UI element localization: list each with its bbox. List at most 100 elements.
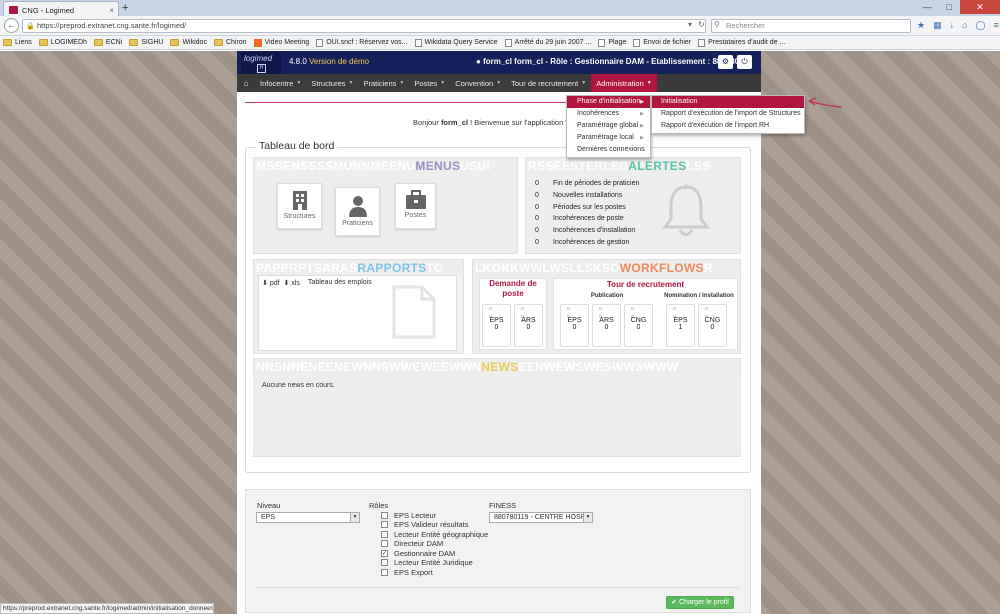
tile-structures[interactable]: Structures (277, 183, 322, 229)
checkbox-icon[interactable] (381, 559, 388, 566)
chevron-right-icon: ▶ (640, 99, 644, 105)
workflow-box-ars[interactable]: o o ARS 0 (592, 304, 621, 347)
checkbox-icon[interactable] (381, 569, 388, 576)
bookmark-item[interactable]: Envoi de fichier (633, 38, 691, 47)
hamburger-menu-icon[interactable]: ≡ (994, 20, 999, 31)
role-checkbox[interactable]: Lecteur Entité Juridique (381, 558, 473, 567)
menu-item-dernieres-connexions[interactable]: Dernières connexions (567, 144, 650, 156)
role-checkbox[interactable]: Lecteur Entité géographique (381, 530, 488, 539)
clipboard-icon[interactable]: ▦ (933, 20, 942, 31)
workflow-box-cng[interactable]: o o CNG 0 (624, 304, 653, 347)
bookmark-item[interactable]: Wikidata Query Service (414, 38, 498, 47)
rapports-scrollbar[interactable] (456, 275, 462, 351)
alert-row[interactable]: 0 Incohérences d'installation (535, 227, 635, 234)
role-checkbox[interactable]: EPS Export (381, 568, 433, 577)
browser-search-input[interactable]: Rechercher (711, 19, 911, 33)
tile-praticiens[interactable]: Praticiens (335, 187, 380, 236)
bookmark-item[interactable]: SIGHU (129, 39, 163, 46)
dots-icon: o o (599, 306, 616, 320)
browser-toolbar-icons: ★ ▦ ↓ ⌂ ◯ ≡ (917, 20, 999, 31)
bookmark-item[interactable]: LOGIMEDh (38, 39, 87, 46)
menu-convention[interactable]: Convention ▼ (450, 74, 506, 92)
menu-item-parametrage-global[interactable]: Paramétrage global ▶ (567, 120, 650, 132)
tile-postes[interactable]: Postes (395, 183, 436, 229)
logout-button[interactable]: ⏻ (737, 55, 752, 69)
submenu-item-rapport-structures[interactable]: Rapport d'exécution de l'import de Struc… (652, 108, 804, 120)
bookmark-item[interactable]: ECNi (93, 39, 122, 46)
dropdown-arrow-icon[interactable]: ▾ (688, 20, 692, 29)
bookmarks-bar: Liens LOGIMEDh ECNi SIGHU Wikidoc Chiron… (0, 36, 1000, 50)
workflow-box-ars[interactable]: o o ARS 0 (514, 304, 543, 347)
menu-administration[interactable]: Administration ▼ (591, 74, 657, 92)
chevron-right-icon: ▶ (640, 111, 644, 117)
video-icon (253, 38, 262, 47)
building-icon (292, 191, 307, 210)
bookmark-item[interactable]: Arrêté du 29 juin 2007 ... (504, 38, 591, 47)
alert-row[interactable]: 0 Fin de périodes de praticien (535, 180, 639, 187)
minimize-icon[interactable]: — (916, 0, 938, 14)
tab-close-icon[interactable]: × (109, 6, 114, 15)
rapport-row: ⬇ pdf ⬇ xls Tableau des emplois (262, 279, 372, 287)
folder-icon (93, 39, 103, 46)
charger-profil-button[interactable]: ✔ Charger le profil (666, 596, 734, 609)
menu-tour-de-recrutement[interactable]: Tour de recrutement ▼ (506, 74, 591, 92)
niveau-select[interactable]: EPS ▼ (256, 512, 360, 523)
submenu-item-initialisation[interactable]: Initialisation (652, 96, 804, 108)
bookmark-item[interactable]: Plage (598, 38, 626, 47)
workflow-box-eps[interactable]: o o EPS 1 (666, 304, 695, 347)
xls-download-link[interactable]: ⬇ xls (284, 279, 300, 287)
alert-row[interactable]: 0 Périodes sur les postes (535, 204, 626, 211)
menu-postes[interactable]: Postes ▼ (409, 74, 450, 92)
workflow-box-eps[interactable]: o o EPS 0 (560, 304, 589, 347)
finess-select[interactable]: 880780119 - CENTRE HOSP ▼ (489, 512, 593, 523)
bookmark-item[interactable]: Wikidoc (170, 39, 207, 46)
checkbox-checked-icon[interactable]: ✓ (381, 550, 388, 557)
alert-row[interactable]: 0 Incohérences de poste (535, 215, 624, 222)
checkbox-icon[interactable] (381, 521, 388, 528)
bookmark-item[interactable]: Chiron (213, 39, 247, 46)
pdf-download-link[interactable]: ⬇ pdf (262, 279, 280, 287)
home-icon[interactable]: ⌂ (962, 20, 967, 31)
checkbox-icon[interactable] (381, 531, 388, 538)
maximize-icon[interactable]: □ (938, 0, 960, 14)
workflow-box-eps[interactable]: o o EPS 0 (482, 304, 511, 347)
pocket-icon[interactable]: ◯ (976, 20, 986, 31)
menu-item-parametrage-local[interactable]: Paramétrage local ▶ (567, 132, 650, 144)
role-checkbox[interactable]: EPS Lecteur (381, 511, 436, 520)
annotation-arrow-icon (808, 97, 843, 108)
role-checkbox[interactable]: EPS Valideur résultats (381, 520, 468, 529)
bookmark-item[interactable]: Video Meeting (253, 38, 309, 47)
download-icon[interactable]: ↓ (950, 20, 955, 31)
settings-button[interactable]: ⚙ (718, 55, 733, 69)
version-note: Version de démo (309, 57, 370, 66)
close-window-icon[interactable]: ✕ (960, 0, 1000, 14)
menu-praticiens[interactable]: Praticiens ▼ (358, 74, 409, 92)
bookmark-item[interactable]: OUI.sncf : Réservez vos... (316, 38, 408, 47)
menu-structures[interactable]: Structures ▼ (306, 74, 358, 92)
briefcase-icon (405, 190, 426, 209)
checkbox-icon[interactable] (381, 512, 388, 519)
menu-item-incoherences[interactable]: Incohérences ▶ (567, 108, 650, 120)
alert-row[interactable]: 0 Incohérences de gestion (535, 239, 629, 246)
menu-item-phase-initialisation[interactable]: Phase d'initialisation ▶ (567, 96, 650, 108)
bookmark-item[interactable]: Prestataires d'audit de ... (698, 38, 785, 47)
role-checkbox[interactable]: ✓ Gestionnaire DAM (381, 549, 455, 558)
alert-row[interactable]: 0 Nouvelles installations (535, 192, 622, 199)
star-icon[interactable]: ★ (917, 20, 925, 31)
back-arrow-icon[interactable]: ← (4, 18, 19, 33)
checkbox-icon[interactable] (381, 540, 388, 547)
logimed-logo[interactable]: logimed H (241, 52, 281, 74)
menu-home[interactable]: ⌂ (237, 74, 255, 92)
new-tab-button[interactable]: + (122, 2, 128, 14)
reload-icon[interactable]: ↻ (698, 20, 705, 29)
submenu-item-rapport-rh[interactable]: Rapport d'exécution de l'import RH (652, 120, 804, 132)
workflow-box-cng[interactable]: o o CNG 0 (698, 304, 727, 347)
bookmark-item[interactable]: Liens (3, 39, 32, 46)
role-checkbox[interactable]: Directeur DAM (381, 539, 443, 548)
browser-tab[interactable]: CNG - Logimed × (3, 1, 119, 16)
menu-infocentre[interactable]: Infocentre ▼ (255, 74, 306, 92)
roles-label: Rôles (369, 501, 389, 510)
dots-icon: o o (567, 306, 584, 320)
address-bar[interactable]: https://preprod.extranet.cng.sante.fr/lo… (22, 19, 706, 33)
tile-label: Structures (283, 213, 316, 220)
